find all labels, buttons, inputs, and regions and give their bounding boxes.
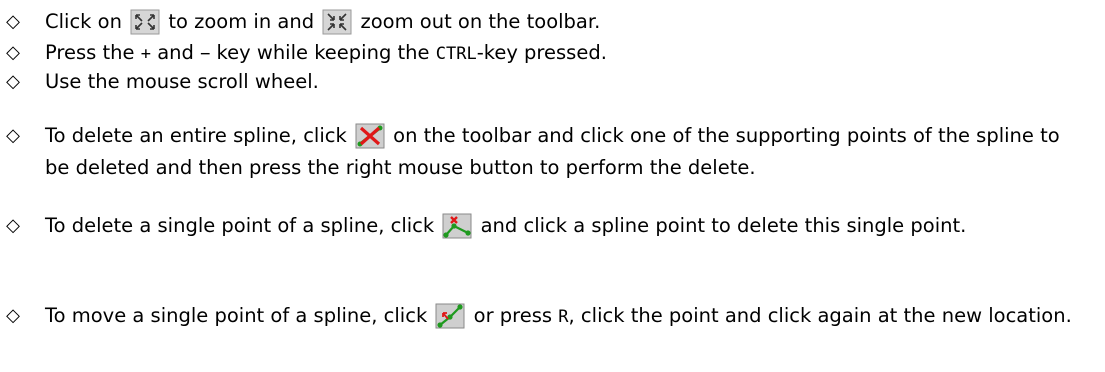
text-segment: -key pressed. — [476, 41, 607, 64]
zoom-in-icon — [130, 9, 160, 35]
text-segment: To delete a single point of a spline, cl… — [45, 214, 435, 237]
text-segment: zoom out on the toolbar. — [360, 10, 601, 33]
ctrl-key: CTRL — [435, 44, 477, 64]
bullet: ◇ — [6, 215, 20, 236]
text-segment: Click on — [45, 10, 122, 33]
zoom-out-icon — [322, 9, 352, 35]
text-segment: To move a single point of a spline, clic… — [45, 304, 428, 327]
item-text: To delete an entire spline, click on the… — [45, 120, 1085, 184]
delete-point-icon — [442, 213, 472, 239]
text-segment: and click a spline point to delete this … — [480, 214, 967, 237]
text-segment: , click the point and click again at the… — [568, 304, 1072, 327]
bullet: ◇ — [6, 305, 20, 326]
bullet: ◇ — [6, 42, 20, 63]
item-text: To move a single point of a spline, clic… — [45, 300, 1085, 333]
item-text: To delete a single point of a spline, cl… — [45, 210, 1085, 242]
document: ◇ Click on to zoom in and zoom out on th… — [0, 0, 1105, 372]
text-segment: or press — [473, 304, 553, 327]
minus-key: − — [200, 44, 211, 64]
item-text: Use the mouse scroll wheel. — [45, 70, 319, 93]
text-segment: key while keeping the — [216, 41, 430, 64]
item-text: Click on to zoom in and zoom out on the … — [45, 6, 1085, 38]
move-point-icon — [435, 303, 465, 329]
bullet: ◇ — [6, 71, 20, 92]
bullet: ◇ — [6, 11, 20, 32]
bullet: ◇ — [6, 125, 20, 146]
plus-key: + — [140, 44, 151, 64]
text-segment: and — [157, 41, 194, 64]
text-segment: Press the — [45, 41, 135, 64]
r-key: R — [558, 307, 569, 327]
text-segment: To delete an entire spline, click — [45, 124, 347, 147]
delete-spline-icon — [355, 123, 385, 149]
text-segment: to zoom in and — [168, 10, 315, 33]
